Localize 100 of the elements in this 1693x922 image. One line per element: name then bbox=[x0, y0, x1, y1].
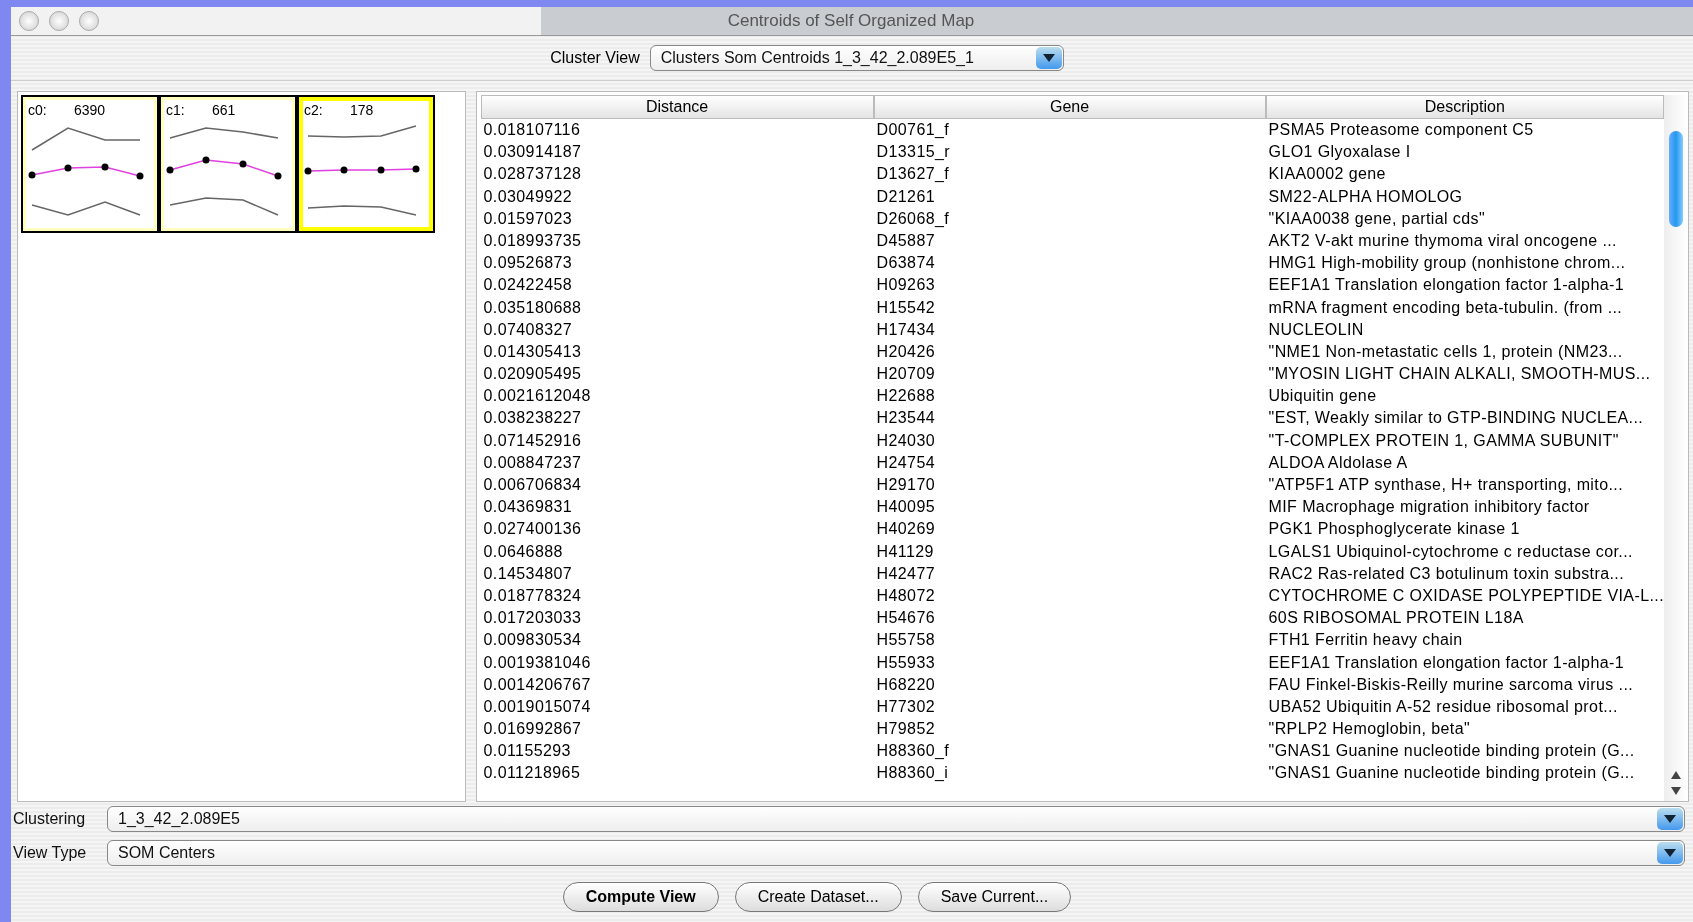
table-cell-text: "NME1 Non-metastatic cells 1, protein (NM23... bbox=[1267, 341, 1624, 362]
table-cell-text: H88360_f bbox=[875, 741, 951, 762]
cluster-count: 661 bbox=[212, 102, 236, 120]
table-cell-text: PGK1 Phosphoglycerate kinase 1 bbox=[1267, 519, 1521, 540]
dropdown-arrow-icon bbox=[1664, 849, 1676, 857]
cluster-count: 178 bbox=[350, 102, 374, 120]
table-cell-text: 0.017203033 bbox=[482, 608, 583, 629]
action-button[interactable]: Create Dataset... bbox=[734, 882, 902, 912]
table-cell-text: H24030 bbox=[875, 430, 936, 451]
action-button[interactable]: Compute View bbox=[562, 882, 719, 912]
table-cell-text: H23544 bbox=[875, 408, 936, 429]
scroll-down-icon[interactable] bbox=[1671, 787, 1681, 795]
cluster-label: c2: bbox=[304, 102, 320, 120]
scroll-up-icon[interactable] bbox=[1671, 771, 1681, 779]
table-cell-text: AKT2 V-akt murine thymoma viral oncogene ... bbox=[1267, 230, 1618, 251]
cluster-thumbnail[interactable]: c0: 6390 bbox=[21, 95, 159, 233]
table-cell-text: "ATP5F1 ATP synthase, H+ transporting, mito... bbox=[1267, 475, 1624, 495]
table-cell-text: H20426 bbox=[875, 341, 936, 362]
table-cell-text: 0.008847237 bbox=[482, 452, 583, 473]
action-button[interactable]: Save Current... bbox=[917, 882, 1072, 912]
table-cell-text: 0.030914187 bbox=[482, 142, 583, 163]
table-cell-text: D63874 bbox=[875, 253, 936, 274]
cluster-thumbnail[interactable]: c2: 178 bbox=[297, 95, 435, 233]
table-cell-text: 0.0646888 bbox=[482, 541, 564, 562]
cluster-view-dropdown[interactable]: Clusters Som Centroids 1_3_42_2.089E5_1 bbox=[649, 45, 1064, 71]
cluster-label: c0: bbox=[28, 102, 44, 120]
table-cell-text: 0.009830534 bbox=[482, 630, 583, 651]
table-cell-text: D26068_f bbox=[875, 208, 951, 229]
table-cell-text: FAU Finkel-Biskis-Reilly murine sarcoma virus ... bbox=[1267, 674, 1635, 695]
table-cell-text: "GNAS1 Guanine nucleotide binding protein (G... bbox=[1267, 741, 1636, 762]
table-cell-text: 0.0021612048 bbox=[482, 386, 592, 407]
table-cell-text: 0.027400136 bbox=[482, 519, 583, 540]
zoom-button[interactable] bbox=[79, 11, 99, 31]
table-cell-text: 0.01597023 bbox=[482, 208, 574, 229]
table-cell-text: MIF Macrophage migration inhibitory factor bbox=[1267, 497, 1591, 518]
clustering-dropdown[interactable]: 1_3_42_2.089E5 bbox=[107, 806, 1685, 832]
table-cell-text: 0.038238227 bbox=[482, 408, 583, 429]
table-cell-text: D13627_f bbox=[875, 164, 951, 185]
table-cell-text: 0.071452916 bbox=[482, 430, 583, 451]
table-cell-text: mRNA fragment encoding beta-tubulin. (from ... bbox=[1267, 297, 1624, 318]
table-cell-text: 0.07408327 bbox=[482, 319, 574, 340]
table-cell-text: 0.028737128 bbox=[482, 164, 583, 185]
table-cell-text: "KIAA0038 gene, partial cds" bbox=[1267, 208, 1486, 229]
table-cell-text: H09263 bbox=[875, 275, 936, 296]
table-cell-text: H79852 bbox=[875, 719, 936, 740]
column-header[interactable]: Gene bbox=[873, 95, 1266, 119]
table-cell-text: 0.018778324 bbox=[482, 585, 583, 606]
table-cell-text: H17434 bbox=[875, 319, 936, 340]
table-cell-text: FTH1 Ferritin heavy chain bbox=[1267, 630, 1464, 651]
table-cell-text: 0.03049922 bbox=[482, 186, 574, 207]
view-type-dropdown[interactable]: SOM Centers bbox=[107, 840, 1685, 866]
table-cell-text: ALDOA Aldolase A bbox=[1267, 452, 1409, 473]
table-cell-text: "MYOSIN LIGHT CHAIN ALKALI, SMOOTH-MUS... bbox=[1267, 364, 1652, 385]
cluster-view-label: Cluster View bbox=[550, 49, 640, 67]
table-cell-text: 0.020905495 bbox=[482, 364, 583, 385]
table-cell-text: H55758 bbox=[875, 630, 936, 651]
table-cell-text: H29170 bbox=[875, 475, 936, 495]
cluster-thumbnail[interactable]: c1: 661 bbox=[159, 95, 297, 233]
column-header[interactable]: Description bbox=[1265, 95, 1664, 119]
table-cell-text: PSMA5 Proteasome component C5 bbox=[1267, 120, 1535, 140]
table-cell-text: 0.006706834 bbox=[482, 475, 583, 495]
view-type-label: View Type bbox=[13, 844, 88, 862]
minimize-button[interactable] bbox=[49, 11, 69, 31]
table-cell-text: SM22-ALPHA HOMOLOG bbox=[1267, 186, 1464, 207]
table-cell-text: 0.01155293 bbox=[482, 741, 572, 762]
table-cell-text: 0.02422458 bbox=[482, 275, 574, 296]
table-cell-text: H55933 bbox=[875, 652, 936, 673]
table-cell-text: H48072 bbox=[875, 585, 936, 606]
table-cell-text: LGALS1 Ubiquinol-cytochrome c reductase cor... bbox=[1267, 541, 1634, 562]
cluster-count: 6390 bbox=[74, 102, 106, 120]
table-cell-text: H68220 bbox=[875, 674, 936, 695]
table-cell-text: 0.0014206767 bbox=[482, 674, 592, 695]
table-cell-text: H24754 bbox=[875, 452, 936, 473]
table-cell-text: "T-COMPLEX PROTEIN 1, GAMMA SUBUNIT" bbox=[1267, 430, 1620, 451]
table-cell-text: 0.09526873 bbox=[482, 253, 574, 274]
scrollbar-thumb[interactable] bbox=[1669, 131, 1683, 227]
table-cell-text: H20709 bbox=[875, 364, 936, 385]
table-cell-text: CYTOCHROME C OXIDASE POLYPEPTIDE VIA-L... bbox=[1267, 585, 1664, 606]
table-cell-text: H22688 bbox=[875, 386, 936, 407]
table-cell-text: H41129 bbox=[875, 541, 935, 562]
dropdown-arrow-icon bbox=[1664, 815, 1676, 823]
table-cell-text: 0.018993735 bbox=[482, 230, 583, 251]
table-cell-text: H40269 bbox=[875, 519, 936, 540]
table-cell-text: H40095 bbox=[875, 497, 936, 518]
table-cell-text: 60S RIBOSOMAL PROTEIN L18A bbox=[1267, 608, 1525, 629]
table-cell-text: "EST, Weakly similar to GTP-BINDING NUCLEA... bbox=[1267, 408, 1645, 429]
table-cell-text: H42477 bbox=[875, 563, 936, 584]
table-cell-text: RAC2 Ras-related C3 botulinum toxin substra... bbox=[1267, 563, 1625, 584]
table-cell-text: GLO1 Glyoxalase I bbox=[1267, 142, 1412, 163]
table-cell-text: HMG1 High-mobility group (nonhistone chrom... bbox=[1267, 253, 1627, 274]
table-cell-text: H77302 bbox=[875, 696, 936, 717]
table-cell-text: NUCLEOLIN bbox=[1267, 319, 1365, 340]
close-button[interactable] bbox=[19, 11, 39, 31]
table-cell-text: 0.014305413 bbox=[482, 341, 583, 362]
table-cell-text: 0.011218965 bbox=[482, 763, 582, 784]
table-cell-text: H54676 bbox=[875, 608, 936, 629]
table-cell-text: H15542 bbox=[875, 297, 936, 318]
table-cell-text: D21261 bbox=[875, 186, 936, 207]
clustering-label: Clustering bbox=[13, 810, 87, 828]
column-header[interactable]: Distance bbox=[480, 95, 874, 119]
